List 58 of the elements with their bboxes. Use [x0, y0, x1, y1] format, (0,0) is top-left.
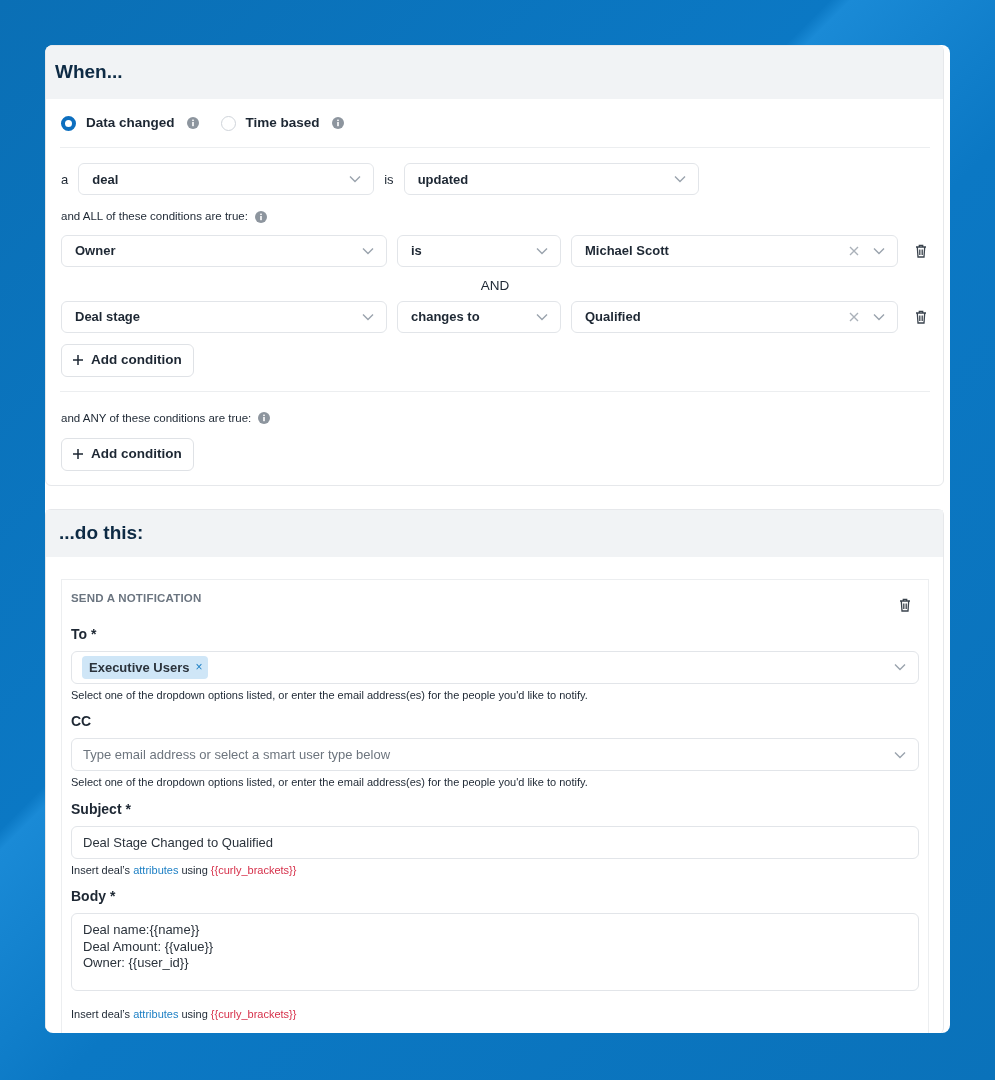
recipient-field[interactable]: Executive Users × [71, 650, 919, 684]
chevron-down-icon [536, 312, 548, 321]
dropdown[interactable]: Qualified [571, 300, 898, 333]
label: is [384, 170, 394, 189]
chevron-down-icon [673, 175, 686, 184]
recipient-tag: Executive Users × [82, 655, 209, 679]
clear-icon [849, 311, 859, 322]
cc-field[interactable]: Type email address or select a smart user type below [71, 738, 919, 772]
dropdown[interactable]: changes to [397, 300, 561, 333]
field-label: Body * [71, 887, 117, 907]
attributes-link[interactable]: attributes [133, 1008, 179, 1021]
chevron-down-icon [894, 663, 906, 672]
dropdown[interactable]: is [397, 234, 561, 267]
info-icon [186, 117, 199, 130]
plus-icon [73, 449, 83, 460]
remove-tag-button[interactable]: × [195, 661, 203, 674]
action-heading: SEND A NOTIFICATION [71, 590, 202, 606]
help-text: Select one of the dropdown options listed, or enter the email address(es) for the people you'd like to notify. [71, 775, 589, 791]
field-label: CC [71, 712, 93, 732]
chevron-down-icon [873, 312, 885, 321]
dropdown[interactable]: updated [403, 163, 699, 196]
label: a [61, 170, 69, 189]
radio-label[interactable]: Data changed [86, 113, 175, 134]
trash-icon [899, 597, 911, 612]
dropdown[interactable]: Deal stage [61, 300, 387, 333]
add-condition-button[interactable]: Add condition [61, 343, 194, 377]
add-condition-button[interactable]: Add condition [61, 437, 194, 471]
attributes-link[interactable]: attributes [133, 863, 179, 876]
trash-icon [915, 243, 927, 258]
field-label: Subject * [71, 799, 132, 819]
dropdown[interactable]: Michael Scott [571, 234, 898, 267]
radio-label[interactable]: Time based [245, 113, 320, 134]
section-label: and ANY of these conditions are true: [61, 410, 252, 426]
dropdown[interactable]: Owner [61, 234, 387, 267]
chevron-down-icon [536, 246, 548, 255]
radio-button[interactable] [61, 115, 76, 131]
clear-icon [849, 245, 859, 256]
chevron-down-icon [362, 246, 374, 255]
chevron-down-icon [894, 750, 906, 759]
plus-icon [73, 355, 83, 365]
section-label: and ALL of these conditions are true: [61, 209, 248, 225]
chevron-down-icon [873, 246, 885, 255]
subject-field[interactable]: Deal Stage Changed to Qualified [71, 825, 919, 859]
field-label: To * [71, 624, 98, 644]
help-text: Insert deal’s attributes using {{curly_brackets}} [71, 862, 298, 878]
info-icon [254, 210, 267, 223]
help-text: Select one of the dropdown options listed, or enter the email address(es) for the people you'd like to notify. [71, 687, 589, 703]
help-text: Insert deal’s attributes using {{curly_brackets}} [71, 1007, 298, 1023]
joiner-label: AND [480, 277, 510, 293]
chevron-down-icon [349, 175, 362, 184]
dropdown[interactable]: deal [78, 163, 375, 196]
chevron-down-icon [362, 312, 374, 321]
info-icon [331, 117, 344, 130]
body-field[interactable]: Deal name:{{name}} Deal Amount: {{value}} Owner: {{user_id}} [71, 913, 919, 992]
info-icon [258, 412, 271, 425]
section-title: When... [46, 46, 943, 99]
section-title: ...do this: [46, 509, 943, 557]
trash-icon [915, 309, 927, 324]
